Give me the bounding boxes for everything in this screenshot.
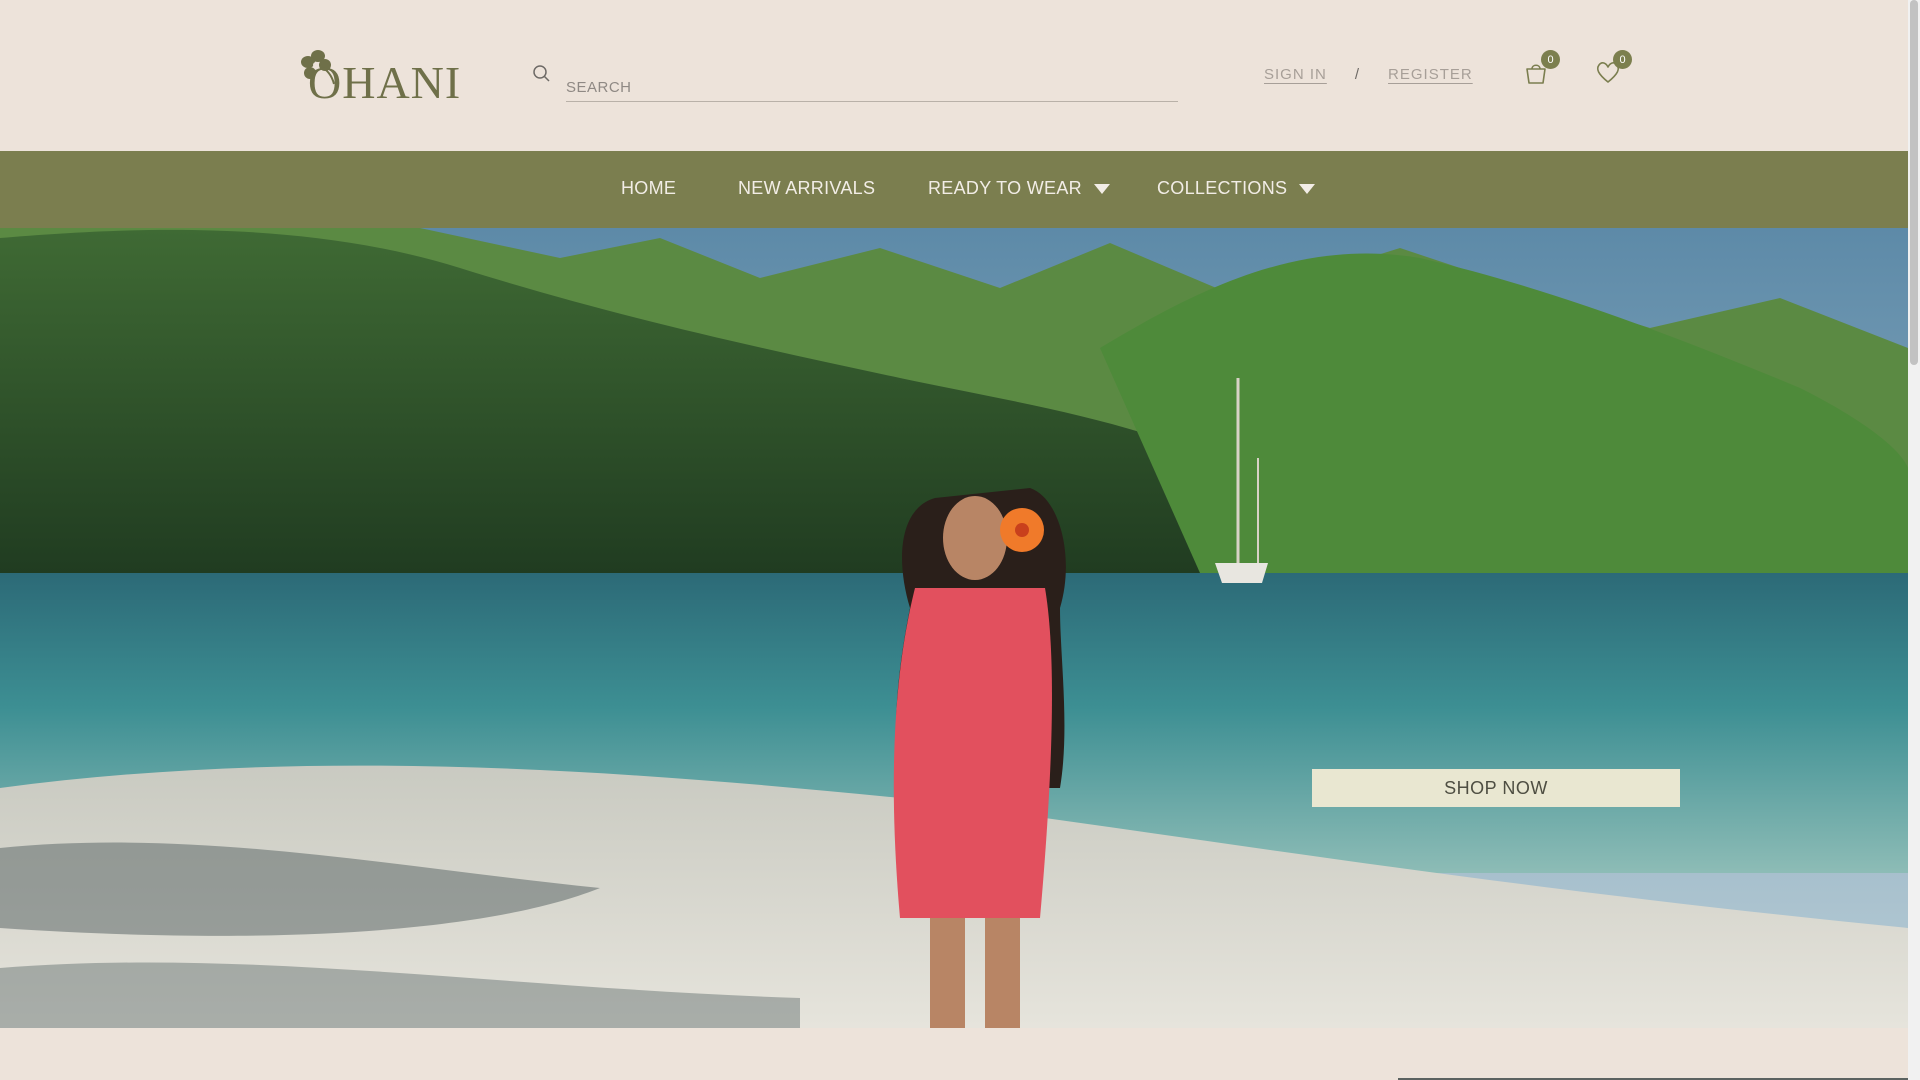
search-bar: [532, 60, 1178, 102]
wishlist-button[interactable]: 0: [1592, 50, 1632, 88]
brand-logo[interactable]: OHANI: [298, 46, 460, 106]
search-input[interactable]: [566, 68, 1178, 102]
nav-item-new-arrivals[interactable]: NEW ARRIVALS: [738, 178, 875, 199]
cart-button[interactable]: 0: [1520, 50, 1560, 88]
nav-item-label: COLLECTIONS: [1157, 178, 1288, 198]
nav-item-label: HOME: [621, 178, 677, 198]
auth-separator: /: [1354, 65, 1361, 83]
caret-down-icon: [1093, 183, 1110, 194]
main-navigation: HOME NEW ARRIVALS READY TO WEAR COLLECTI…: [0, 151, 1908, 228]
page-scrollbar[interactable]: [1908, 0, 1920, 1080]
shop-now-button[interactable]: SHOP NOW: [1312, 769, 1680, 807]
cart-count-badge: 0: [1541, 50, 1560, 69]
register-link[interactable]: REGISTER: [1388, 66, 1473, 83]
hero-banner: SHOP NOW: [0, 228, 1908, 1028]
scrollbar-thumb[interactable]: [1910, 0, 1918, 365]
site-header: OHANI SIGN IN / REGISTER 0 0: [0, 0, 1908, 151]
nav-item-ready-to-wear[interactable]: READY TO WEAR: [928, 178, 1110, 199]
nav-item-label: READY TO WEAR: [928, 178, 1082, 198]
search-icon[interactable]: [532, 64, 552, 84]
logo-text: OHANI: [308, 57, 462, 108]
nav-item-collections[interactable]: COLLECTIONS: [1157, 178, 1316, 199]
nav-item-home[interactable]: HOME: [621, 178, 676, 199]
wishlist-count-badge: 0: [1613, 50, 1632, 69]
nav-item-label: NEW ARRIVALS: [738, 178, 876, 198]
below-hero-section: [0, 1028, 1908, 1080]
caret-down-icon: [1299, 183, 1316, 194]
sign-in-link[interactable]: SIGN IN: [1264, 66, 1327, 83]
hero-image: [0, 228, 1908, 1028]
auth-links: SIGN IN / REGISTER: [1264, 64, 1473, 84]
